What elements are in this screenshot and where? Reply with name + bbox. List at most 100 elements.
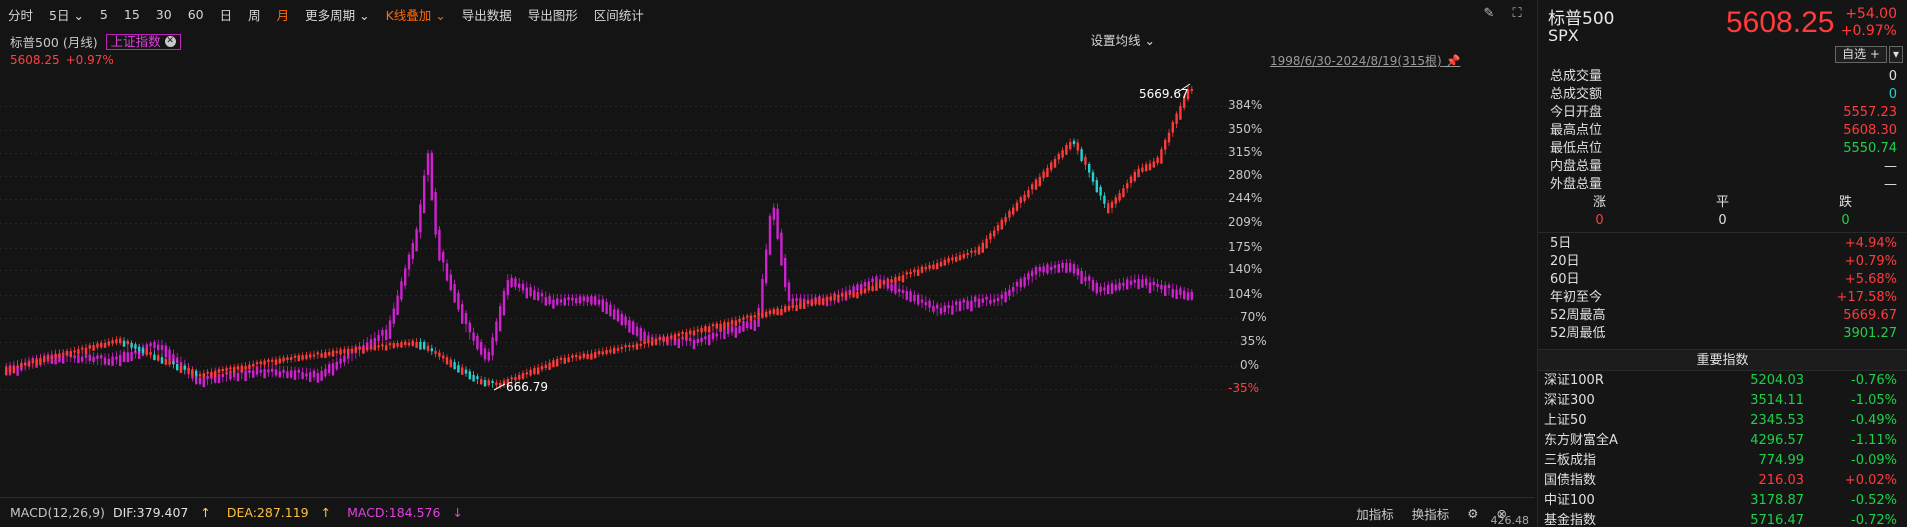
macd-dif: DIF:379.407 ↑ <box>112 505 211 520</box>
kline-overlay-menu[interactable]: K线叠加 ⌄ <box>386 5 446 24</box>
index-change: -1.11% <box>1851 433 1897 448</box>
index-row[interactable]: 中证100 3178.87 -0.52% <box>1538 491 1907 511</box>
period-toolbar: 分时 5日 ⌄ 5 15 30 60 日 周 月 更多周期 ⌄ K线叠加 ⌄ 导… <box>0 0 1535 28</box>
perf-value: 3901.27 <box>1843 326 1897 341</box>
low-annotation: 666.79 <box>506 380 548 394</box>
index-row[interactable]: 上证50 2345.53 -0.49% <box>1538 411 1907 431</box>
export-data-button[interactable]: 导出数据 <box>462 5 512 24</box>
index-change: -0.49% <box>1851 413 1897 428</box>
gear-icon[interactable]: ⚙ <box>1467 506 1478 521</box>
tab-5min[interactable]: 5 <box>100 7 108 22</box>
stat-label: 今日开盘 <box>1550 105 1603 120</box>
macd-legend: MACD(12,26,9) DIF:379.407 ↑ DEA:287.119 … <box>0 497 1535 527</box>
index-row[interactable]: 深证100R 5204.03 -0.76% <box>1538 371 1907 391</box>
annotation-arrows <box>493 83 1191 391</box>
y-axis-label: 384% <box>1228 98 1263 112</box>
perf-label: 52周最低 <box>1550 326 1606 341</box>
breadth-label: 跌 <box>1838 195 1852 210</box>
index-value: 774.99 <box>1758 453 1805 468</box>
perf-row: 年初至今 +17.58% <box>1538 289 1907 307</box>
index-value: 5204.03 <box>1750 373 1804 388</box>
tab-day[interactable]: 日 <box>220 5 233 24</box>
high-annotation: 5669.67 <box>1139 87 1189 101</box>
perf-value: +0.79% <box>1844 254 1897 269</box>
y-axis-label: 175% <box>1228 240 1263 254</box>
stat-label: 外盘总量 <box>1550 177 1603 192</box>
index-name: 基金指数 <box>1544 513 1597 527</box>
stat-value: 5557.23 <box>1843 105 1897 120</box>
index-name: 东方财富全A <box>1544 433 1618 448</box>
perf-label: 52周最高 <box>1550 308 1606 323</box>
set-ma-button[interactable]: 设置均线 ⌄ <box>1091 30 1155 49</box>
index-value: 4296.57 <box>1750 433 1804 448</box>
perf-row: 52周最高 5669.67 <box>1538 307 1907 325</box>
range-stats-button[interactable]: 区间统计 <box>594 5 644 24</box>
stat-value: — <box>1884 177 1897 192</box>
index-name: 三板成指 <box>1544 453 1597 468</box>
index-change: -0.09% <box>1851 453 1897 468</box>
kline-chart[interactable] <box>0 70 1500 400</box>
pin-icon[interactable]: 📌 <box>1446 54 1461 68</box>
quote-stats: 总成交量 0 总成交额 0 今日开盘 5557.23 最高点位 5608.30 最低点位 5550… <box>1538 68 1907 527</box>
index-change: +0.02% <box>1844 473 1897 488</box>
add-watchlist-button[interactable]: 自选 + <box>1835 46 1887 63</box>
index-row[interactable]: 深证300 3514.11 -1.05% <box>1538 391 1907 411</box>
perf-label: 5日 <box>1550 236 1572 251</box>
add-indicator-button[interactable]: 加指标 <box>1356 504 1394 523</box>
index-row[interactable]: 基金指数 5716.47 -0.72% <box>1538 511 1907 527</box>
index-change: -1.05% <box>1851 393 1897 408</box>
perf-value: +17.58% <box>1836 290 1897 305</box>
tab-15min[interactable]: 15 <box>124 7 140 22</box>
tab-60min[interactable]: 60 <box>188 7 204 22</box>
chart-legend: 标普500 (月线) 上证指数 ✕ <box>10 32 181 51</box>
candlestick-series <box>5 86 1193 389</box>
index-row[interactable]: 三板成指 774.99 -0.09% <box>1538 451 1907 471</box>
export-image-button[interactable]: 导出图形 <box>528 5 578 24</box>
index-change: -0.72% <box>1851 513 1897 527</box>
perf-value: 5669.67 <box>1843 308 1897 323</box>
macd-dea: DEA:287.119 ↑ <box>226 505 332 520</box>
perf-row: 60日 +5.68% <box>1538 271 1907 289</box>
index-name: 中证100 <box>1544 493 1595 508</box>
macd-name: MACD(12,26,9) <box>10 505 105 520</box>
y-axis-label: 140% <box>1228 262 1263 276</box>
fullscreen-icon[interactable]: ⛶ <box>1509 6 1525 22</box>
y-axis-label: 209% <box>1228 215 1263 229</box>
index-name: 国债指数 <box>1544 473 1597 488</box>
tab-month[interactable]: 月 <box>277 5 290 24</box>
tab-week[interactable]: 周 <box>248 5 261 24</box>
stat-value: 0 <box>1888 69 1897 84</box>
tab-intraday[interactable]: 分时 <box>8 5 33 24</box>
index-change: -0.76% <box>1851 373 1897 388</box>
close-icon[interactable]: ✕ <box>164 36 176 47</box>
price-readout: 5608.25 +0.97% <box>10 53 120 67</box>
stat-row: 最高点位 5608.30 <box>1538 122 1907 140</box>
date-range[interactable]: 1998/6/30-2024/8/19(315根) 📌 <box>1270 52 1460 69</box>
draw-pen-icon[interactable]: ✎ <box>1481 6 1497 22</box>
macd-value: MACD:184.576 ↓ <box>347 505 463 520</box>
stat-row: 内盘总量 — <box>1538 158 1907 176</box>
chart-grid <box>0 106 1262 390</box>
quote-panel: 标普500 SPX 5608.25 +54.00 +0.97% 自选 + ▾ 总成… <box>1537 0 1907 527</box>
chart-change: +0.97% <box>65 53 114 67</box>
stat-row: 总成交额 0 <box>1538 86 1907 104</box>
index-row[interactable]: 东方财富全A 4296.57 -1.11% <box>1538 431 1907 451</box>
overlay-tag[interactable]: 上证指数 ✕ <box>105 33 181 50</box>
perf-row: 5日 +4.94% <box>1538 235 1907 253</box>
more-periods-menu[interactable]: 更多周期 ⌄ <box>305 5 369 24</box>
stat-row: 最低点位 5550.74 <box>1538 140 1907 158</box>
tab-30min[interactable]: 30 <box>156 7 172 22</box>
index-row[interactable]: 国债指数 216.03 +0.02% <box>1538 471 1907 491</box>
stat-value: 5608.30 <box>1843 123 1897 138</box>
perf-label: 60日 <box>1550 272 1580 287</box>
stat-value: 5550.74 <box>1843 141 1897 156</box>
y-axis-label: 280% <box>1228 168 1263 182</box>
stat-row: 外盘总量 — <box>1538 176 1907 194</box>
tab-5day[interactable]: 5日 ⌄ <box>49 5 84 24</box>
chevron-down-icon[interactable]: ▾ <box>1888 46 1903 63</box>
breadth-labels: 涨平跌 <box>1538 194 1907 212</box>
switch-indicator-button[interactable]: 换指标 <box>1412 504 1450 523</box>
chart-area[interactable]: 分时 5日 ⌄ 5 15 30 60 日 周 月 更多周期 ⌄ K线叠加 ⌄ 导… <box>0 0 1535 527</box>
y-axis-label: 244% <box>1228 191 1263 205</box>
index-name: 深证300 <box>1544 393 1595 408</box>
